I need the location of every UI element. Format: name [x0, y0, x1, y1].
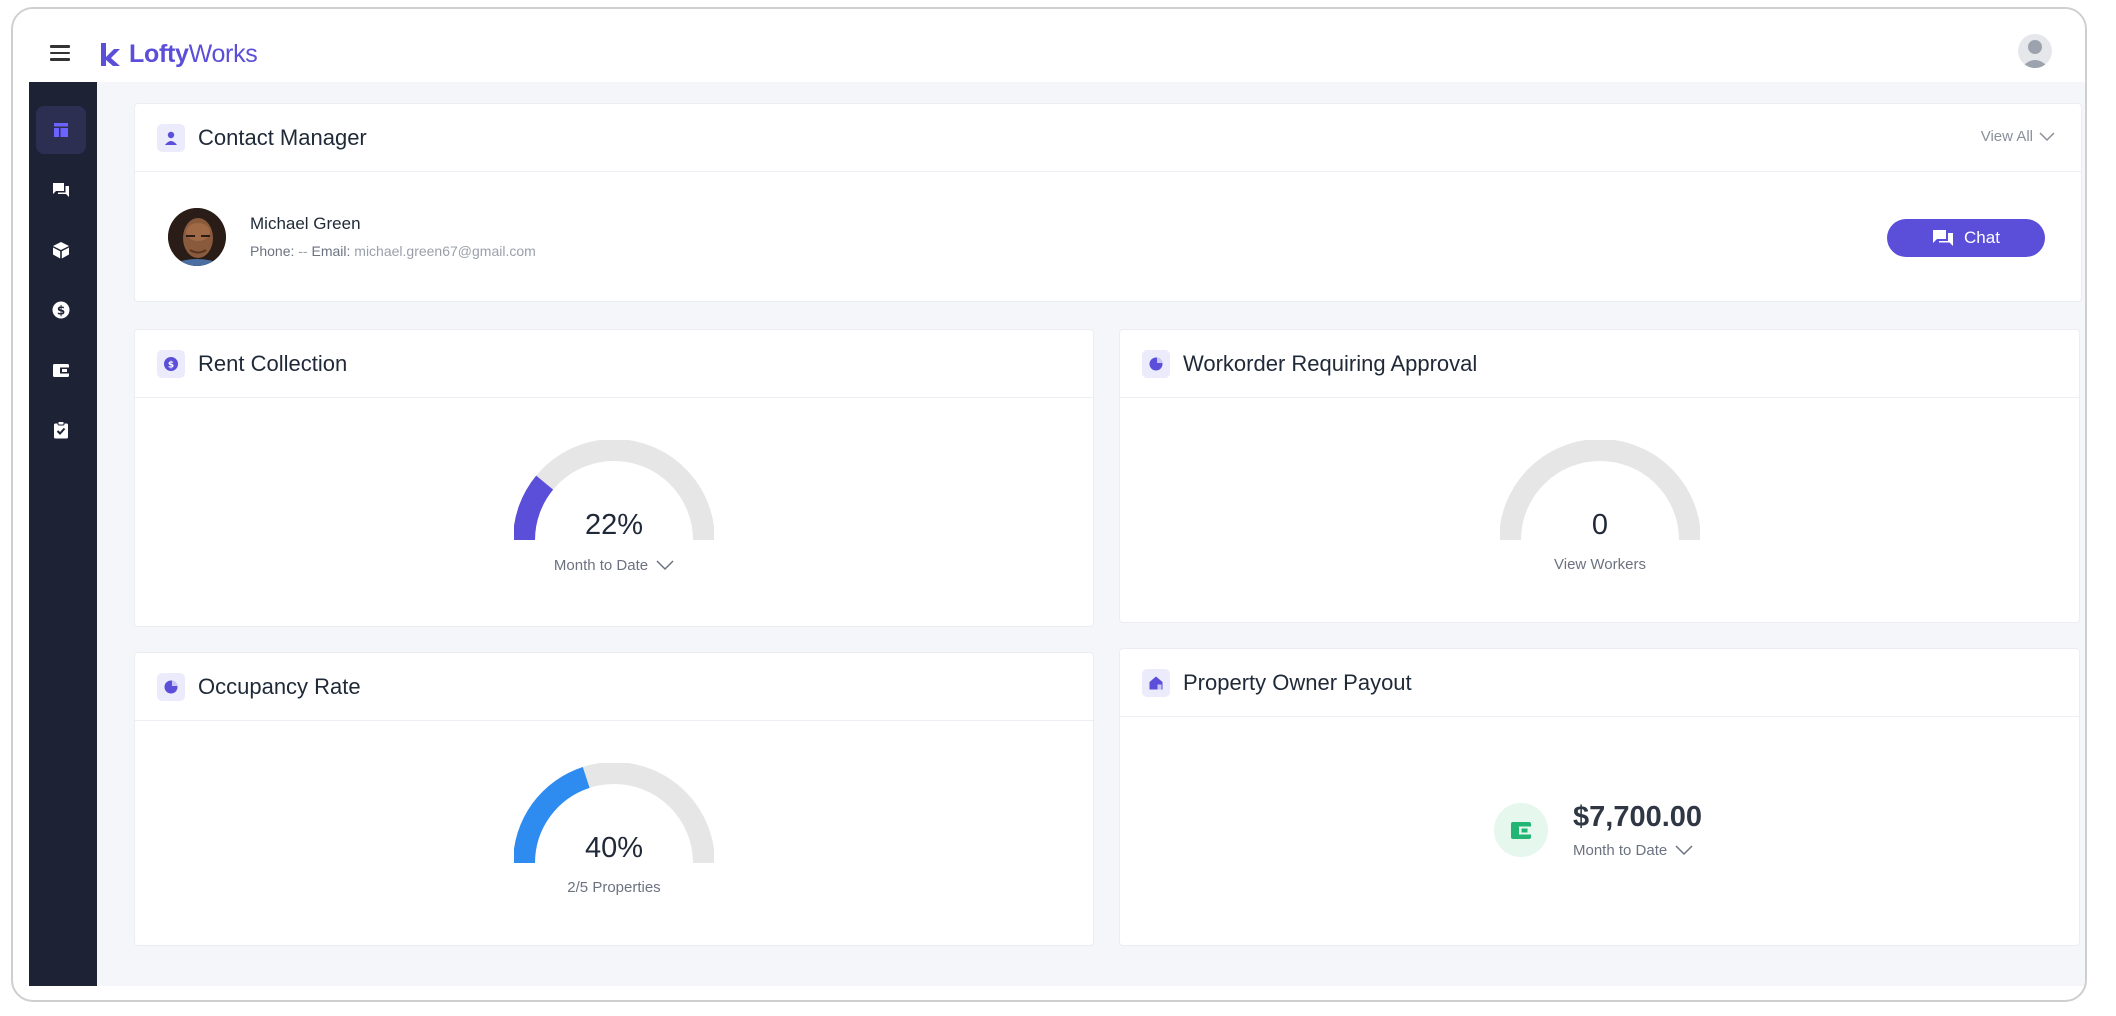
occupancy-sub: 2/5 Properties: [567, 879, 661, 896]
occupancy-title: Occupancy Rate: [198, 673, 361, 699]
logo-icon: [101, 43, 120, 66]
rent-collection-value: 22%: [584, 509, 644, 541]
svg-text:$: $: [168, 360, 174, 370]
clipboard-check-icon: [54, 421, 68, 439]
payout-period-dropdown[interactable]: Month to Date: [1573, 842, 1693, 859]
pie-chart-icon: [1142, 349, 1170, 378]
chevron-down-icon: [2039, 131, 2055, 141]
chat-icon: [53, 183, 69, 197]
sidebar-item-inventory[interactable]: [36, 226, 86, 274]
chat-icon: [1933, 230, 1954, 246]
sidebar-item-messages[interactable]: [36, 166, 86, 214]
app-window: LoftyWorks $ Contact Manager View All Mi…: [11, 7, 2087, 1002]
logo-text: LoftyWorks: [129, 39, 258, 68]
occupancy-value: 40%: [584, 832, 644, 864]
dollar-icon: $: [157, 349, 185, 378]
contact-manager-header: Contact Manager View All: [135, 104, 2081, 172]
payout-title: Property Owner Payout: [1183, 669, 1412, 695]
payout-header: Property Owner Payout: [1120, 649, 2079, 717]
menu-icon[interactable]: [50, 45, 70, 61]
user-icon: [157, 123, 185, 152]
home-icon: [1142, 668, 1170, 697]
rent-collection-title: Rent Collection: [198, 350, 348, 376]
dashboard-icon: [54, 123, 68, 137]
sidebar-item-wallet[interactable]: [36, 346, 86, 394]
sidebar-item-dashboard[interactable]: [36, 106, 86, 154]
sidebar-item-payments[interactable]: $: [36, 286, 86, 334]
sidebar-item-tasks[interactable]: [36, 406, 86, 454]
workorder-value: 0: [1591, 509, 1609, 541]
top-bar: LoftyWorks: [13, 9, 2085, 82]
wallet-icon: [53, 364, 69, 377]
manager-email: michael.green67@gmail.com: [354, 243, 536, 259]
workorder-header: Workorder Requiring Approval: [1120, 330, 2079, 398]
manager-contact-info: Phone: -- Email: michael.green67@gmail.c…: [250, 243, 536, 259]
box-icon: [53, 242, 69, 259]
payout-amount: $7,700.00: [1573, 801, 1703, 833]
occupancy-card: Occupancy Rate 40% 2/5 Properties: [134, 652, 1094, 946]
logo[interactable]: LoftyWorks: [97, 36, 258, 72]
sidebar: $: [29, 82, 97, 986]
view-all-link[interactable]: View All: [1981, 128, 2055, 145]
user-avatar[interactable]: [2018, 34, 2052, 68]
rent-collection-card: $ Rent Collection 22% Month to Date: [134, 329, 1094, 627]
rent-period-dropdown[interactable]: Month to Date: [484, 557, 744, 574]
workorder-title: Workorder Requiring Approval: [1183, 350, 1478, 376]
pie-chart-icon: [157, 672, 185, 701]
svg-text:$: $: [57, 304, 65, 318]
workorder-card: Workorder Requiring Approval 0 View Work…: [1119, 329, 2080, 623]
view-workers-link[interactable]: View Workers: [1470, 556, 1730, 573]
wallet-icon: [1494, 803, 1548, 857]
rent-collection-header: $ Rent Collection: [135, 330, 1093, 398]
main-content: Contact Manager View All Michael Green P…: [97, 82, 2085, 986]
chevron-down-icon: [1675, 845, 1693, 856]
manager-name: Michael Green: [250, 214, 361, 233]
contact-manager-title: Contact Manager: [198, 124, 367, 150]
chat-button[interactable]: Chat: [1887, 219, 2045, 257]
manager-avatar: [168, 208, 226, 266]
payout-card: Property Owner Payout $7,700.00 Month to…: [1119, 648, 2080, 946]
contact-manager-card: Contact Manager View All Michael Green P…: [134, 103, 2082, 302]
chevron-down-icon: [656, 560, 674, 571]
dollar-icon: $: [52, 301, 70, 319]
occupancy-header: Occupancy Rate: [135, 653, 1093, 721]
